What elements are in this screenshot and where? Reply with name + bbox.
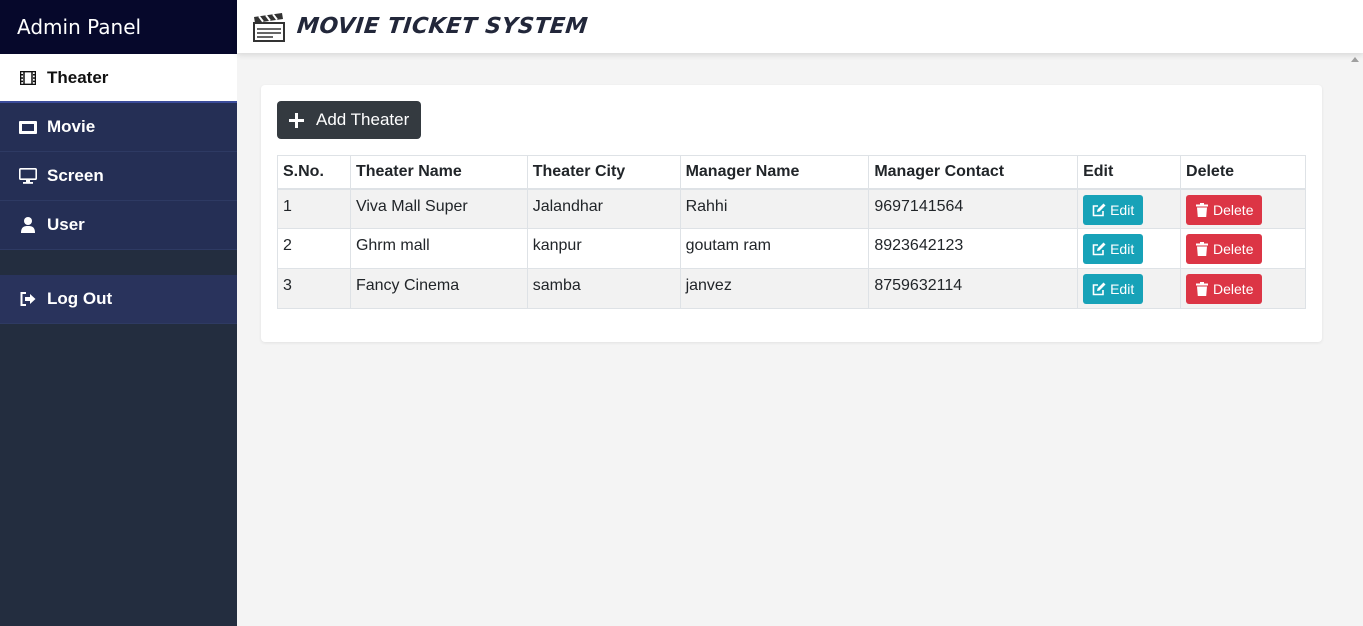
column-header: Theater Name [349,155,528,190]
edit-button[interactable]: Edit [1083,194,1144,225]
sidebar-brand: Admin Panel [0,0,237,54]
column-header: Manager Name [679,155,870,190]
add-theater-label: Add Theater [316,110,410,129]
cell-edit: Edit [1077,188,1182,229]
cell-manager-name: Rahhi [679,188,870,229]
table-row: 1 Viva Mall Super Jalandhar Rahhi 969714… [277,188,1306,229]
theater-table: S.No. Theater Name Theater City Manager … [277,155,1306,309]
cell-theater-name: Ghrm mall [349,228,528,269]
edit-icon [1092,203,1106,217]
column-header: Edit [1077,155,1182,190]
edit-button[interactable]: Edit [1083,274,1144,304]
table-row: 2 Ghrm mall kanpur goutam ram 8923642123… [277,228,1306,269]
film-icon [17,69,39,87]
sign-out-icon [17,290,39,308]
column-header: Manager Contact [868,155,1079,190]
scroll-up-arrow[interactable] [1351,57,1359,62]
cell-delete: Delete [1180,228,1306,269]
sidebar-item-movie[interactable]: Movie [0,103,237,152]
cell-edit: Edit [1077,268,1182,309]
column-header: Delete [1180,155,1306,190]
ticket-icon [17,118,39,136]
sidebar-item-user[interactable]: User [0,201,237,250]
trash-icon [1195,242,1209,256]
sidebar-item-label: Movie [47,117,96,136]
cell-manager-contact: 9697141564 [868,188,1079,229]
edit-icon [1092,242,1106,256]
cell-manager-name: janvez [679,268,870,309]
cell-manager-contact: 8759632114 [868,268,1079,309]
trash-icon [1195,202,1209,217]
add-theater-button[interactable]: Add Theater [277,101,421,139]
table-row: 3 Fancy Cinema samba janvez 8759632114 E… [277,268,1306,309]
cell-theater-city: Jalandhar [526,188,681,229]
app-title: MOVIE TICKET SYSTEM [295,14,590,39]
sidebar-item-logout[interactable]: Log Out [0,275,237,324]
column-header: S.No. [277,155,351,190]
cell-theater-city: kanpur [526,228,681,269]
cell-delete: Delete [1180,268,1306,309]
cell-edit: Edit [1077,228,1182,269]
sidebar-item-label: Screen [47,166,104,185]
delete-button[interactable]: Delete [1186,234,1263,264]
delete-button[interactable]: Delete [1186,274,1263,304]
table-header-row: S.No. Theater Name Theater City Manager … [277,155,1306,190]
sidebar-item-label: Theater [47,67,109,87]
user-icon [17,216,39,234]
header: MOVIE TICKET SYSTEM [237,0,1363,53]
main-card: Add Theater S.No. Theater Name Theater C… [261,85,1322,342]
sidebar-item-screen[interactable]: Screen [0,152,237,201]
desktop-icon [17,167,39,185]
clapperboard-icon [253,11,285,43]
cell-theater-city: samba [526,268,681,309]
plus-icon [289,112,304,128]
sidebar-item-label: Log Out [47,289,113,308]
cell-sno: 3 [277,268,351,309]
trash-icon [1195,282,1209,296]
sidebar-spacer [0,250,237,275]
cell-theater-name: Viva Mall Super [349,188,528,229]
sidebar-item-theater[interactable]: Theater [0,54,237,103]
edit-icon [1092,282,1106,296]
sidebar: Admin Panel Theater Movie Screen User Lo… [0,0,237,626]
cell-manager-name: goutam ram [679,228,870,269]
cell-manager-contact: 8923642123 [868,228,1079,269]
cell-sno: 2 [277,228,351,269]
column-header: Theater City [526,155,681,190]
cell-delete: Delete [1180,188,1306,229]
cell-sno: 1 [277,188,351,229]
edit-button[interactable]: Edit [1083,234,1144,264]
sidebar-item-label: User [47,215,85,234]
cell-theater-name: Fancy Cinema [349,268,528,309]
delete-button[interactable]: Delete [1186,194,1263,225]
